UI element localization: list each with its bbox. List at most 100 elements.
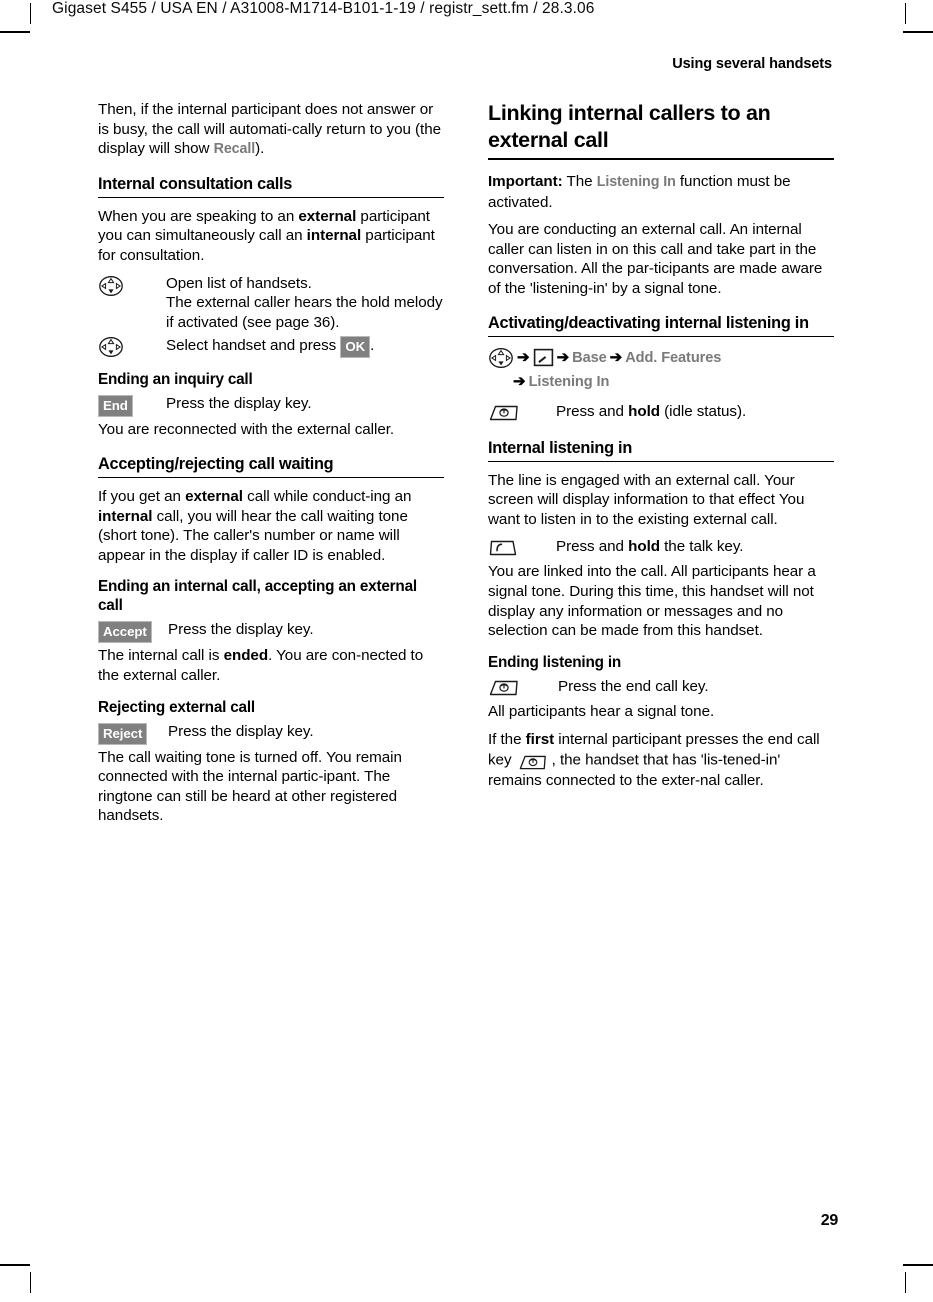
- heading-rejecting-external-call: Rejecting external call: [98, 698, 255, 716]
- key-cell: [98, 274, 166, 297]
- menu-path: ➔ ➔ Base ➔ Add. Features ➔ Listening In: [488, 346, 834, 394]
- end-call-key-icon: [488, 678, 520, 699]
- key-row-description: Press the end call key.: [558, 677, 709, 695]
- call-waiting-bold-external: external: [185, 487, 243, 505]
- ending-internal-paragraph: The internal call is ended. You are con-…: [98, 646, 444, 685]
- display-text-listening-in: Listening In: [596, 174, 676, 190]
- important-paragraph: Important: The Listening In function mus…: [488, 172, 834, 212]
- key-row-press-end-call-key: Press the end call key.: [488, 677, 834, 699]
- key-row-description: Select handset and press OK.: [166, 335, 444, 359]
- crop-mark-bottom-right-vertical: [905, 1272, 906, 1293]
- talk-text-2: the talk key.: [659, 538, 744, 556]
- ending-internal-bold-ended: ended: [223, 647, 269, 665]
- key-cell: Reject: [98, 722, 166, 745]
- heading-internal-listening-in: Internal listening in: [488, 438, 834, 462]
- softkey-end[interactable]: End: [98, 395, 133, 418]
- key-cell: Accept: [98, 620, 166, 644]
- menu-path-line-2: ➔ Listening In: [488, 370, 834, 394]
- menu-item-add-features[interactable]: Add. Features: [625, 350, 721, 366]
- press-hold-bold: hold: [628, 402, 660, 420]
- right-column: Linking internal callers to an external …: [488, 100, 834, 799]
- talk-bold: hold: [628, 538, 660, 556]
- linking-paragraph: You are conducting an external call. An …: [488, 221, 823, 297]
- select-text-before: Select handset and press: [166, 337, 341, 355]
- key-row-description: Press and hold the talk key.: [556, 537, 834, 557]
- heading-activating-deactivating-listening: Activating/deactivating internal listeni…: [488, 313, 834, 337]
- end-call-key-icon: [488, 403, 520, 424]
- running-header-title: Using several handsets: [672, 56, 832, 72]
- page-number: 29: [820, 1212, 839, 1229]
- settings-menu-icon: [533, 348, 554, 367]
- press-hold-text-2: (idle status).: [659, 402, 747, 420]
- key-cell: [488, 402, 556, 424]
- softkey-ok[interactable]: OK: [340, 336, 371, 359]
- page-body: Then, if the internal participant does n…: [98, 100, 834, 1100]
- key-row-reject-display-key: Reject Press the display key.: [98, 722, 444, 745]
- important-text-1: The: [562, 173, 597, 190]
- intro-text-before: Then, if the internal participant does n…: [98, 101, 441, 158]
- menu-arrow-icon: ➔: [517, 349, 530, 367]
- important-label: Important:: [488, 173, 563, 190]
- signal-tone-paragraph: All participants hear a signal tone.: [488, 702, 715, 720]
- heading-linking-internal-callers: Linking internal callers to an external …: [488, 100, 834, 160]
- left-column: Then, if the internal participant does n…: [98, 100, 444, 834]
- crop-mark-top-left-horizontal: [0, 31, 30, 33]
- ending-internal-text-1: The internal call is: [98, 647, 224, 665]
- call-waiting-text-2: call while conduct-ing an: [242, 487, 412, 505]
- menu-arrow-icon: ➔: [609, 349, 623, 367]
- softkey-accept[interactable]: Accept: [98, 621, 152, 644]
- consultation-paragraph: When you are speaking to an external par…: [98, 207, 444, 266]
- key-cell: [98, 335, 166, 358]
- key-row-press-and-hold-idle: Press and hold (idle status).: [488, 402, 834, 424]
- key-row-select-handset: Select handset and press OK.: [98, 335, 444, 359]
- key-row-description: Open list of handsets. The external calle…: [166, 274, 443, 331]
- crop-mark-top-left-vertical: [30, 3, 31, 24]
- key-row-open-handset-list: Open list of handsets. The external calle…: [98, 274, 444, 333]
- end-call-key-icon: [518, 753, 550, 774]
- crop-mark-top-right-horizontal: [903, 31, 933, 33]
- heading-ending-inquiry-call: Ending an inquiry call: [98, 371, 253, 389]
- menu-item-listening-in[interactable]: Listening In: [529, 374, 610, 390]
- key-row-accept-display-key: Accept Press the display key.: [98, 620, 444, 644]
- crop-mark-top-right-vertical: [905, 3, 906, 24]
- first-bold: first: [525, 731, 555, 749]
- nav-key-icon: [98, 336, 124, 358]
- press-hold-text-1: Press and: [556, 402, 629, 420]
- ending-inquiry-paragraph: You are reconnected with the external ca…: [98, 421, 395, 439]
- display-text-recall: Recall: [213, 141, 256, 158]
- heading-internal-consultation-calls: Internal consultation calls: [98, 174, 444, 198]
- key-row-press-and-hold-talk: Press and hold the talk key.: [488, 537, 834, 559]
- key-cell: End: [98, 394, 166, 418]
- heading-accepting-rejecting-call-waiting: Accepting/rejecting call waiting: [98, 454, 444, 478]
- key-row-description: Press the display key.: [168, 722, 314, 740]
- nav-key-icon: [98, 275, 124, 297]
- key-row-description: Press the display key.: [168, 621, 314, 639]
- heading-ending-listening-in: Ending listening in: [488, 653, 622, 671]
- key-row-description: Press the display key.: [166, 395, 312, 413]
- consultation-text-1: When you are speaking to an: [98, 207, 299, 225]
- first-text-1: If the: [488, 731, 526, 749]
- call-waiting-text-1: If you get an: [98, 487, 186, 505]
- key-row-description: Press and hold (idle status).: [556, 402, 834, 422]
- heading-ending-internal-call: Ending an internal call, accepting an ex…: [98, 578, 417, 615]
- softkey-reject[interactable]: Reject: [98, 722, 148, 745]
- crop-mark-bottom-left-vertical: [30, 1272, 31, 1293]
- crop-mark-bottom-left-horizontal: [0, 1264, 30, 1266]
- consultation-bold-external: external: [298, 207, 357, 225]
- crop-mark-bottom-right-horizontal: [903, 1264, 933, 1266]
- intro-text-after: ).: [255, 140, 265, 158]
- menu-arrow-icon: ➔: [556, 349, 570, 367]
- call-waiting-bold-internal: internal: [98, 507, 153, 525]
- internal-listening-paragraph: The line is engaged with an external cal…: [488, 471, 805, 528]
- key-cell: [488, 677, 556, 699]
- key-row-end-display-key: End Press the display key.: [98, 394, 444, 418]
- menu-item-base[interactable]: Base: [572, 350, 607, 366]
- linked-into-call-paragraph: You are linked into the call. All partic…: [488, 563, 816, 640]
- key-cell: [488, 537, 556, 559]
- document-folio-line: Gigaset S455 / USA EN / A31008-M1714-B10…: [52, 0, 595, 17]
- consultation-bold-internal: internal: [306, 227, 362, 245]
- call-waiting-paragraph: If you get an external call while conduc…: [98, 487, 444, 565]
- talk-text-1: Press and: [556, 538, 629, 556]
- nav-key-icon: [488, 347, 514, 369]
- intro-paragraph: Then, if the internal participant does n…: [98, 100, 444, 160]
